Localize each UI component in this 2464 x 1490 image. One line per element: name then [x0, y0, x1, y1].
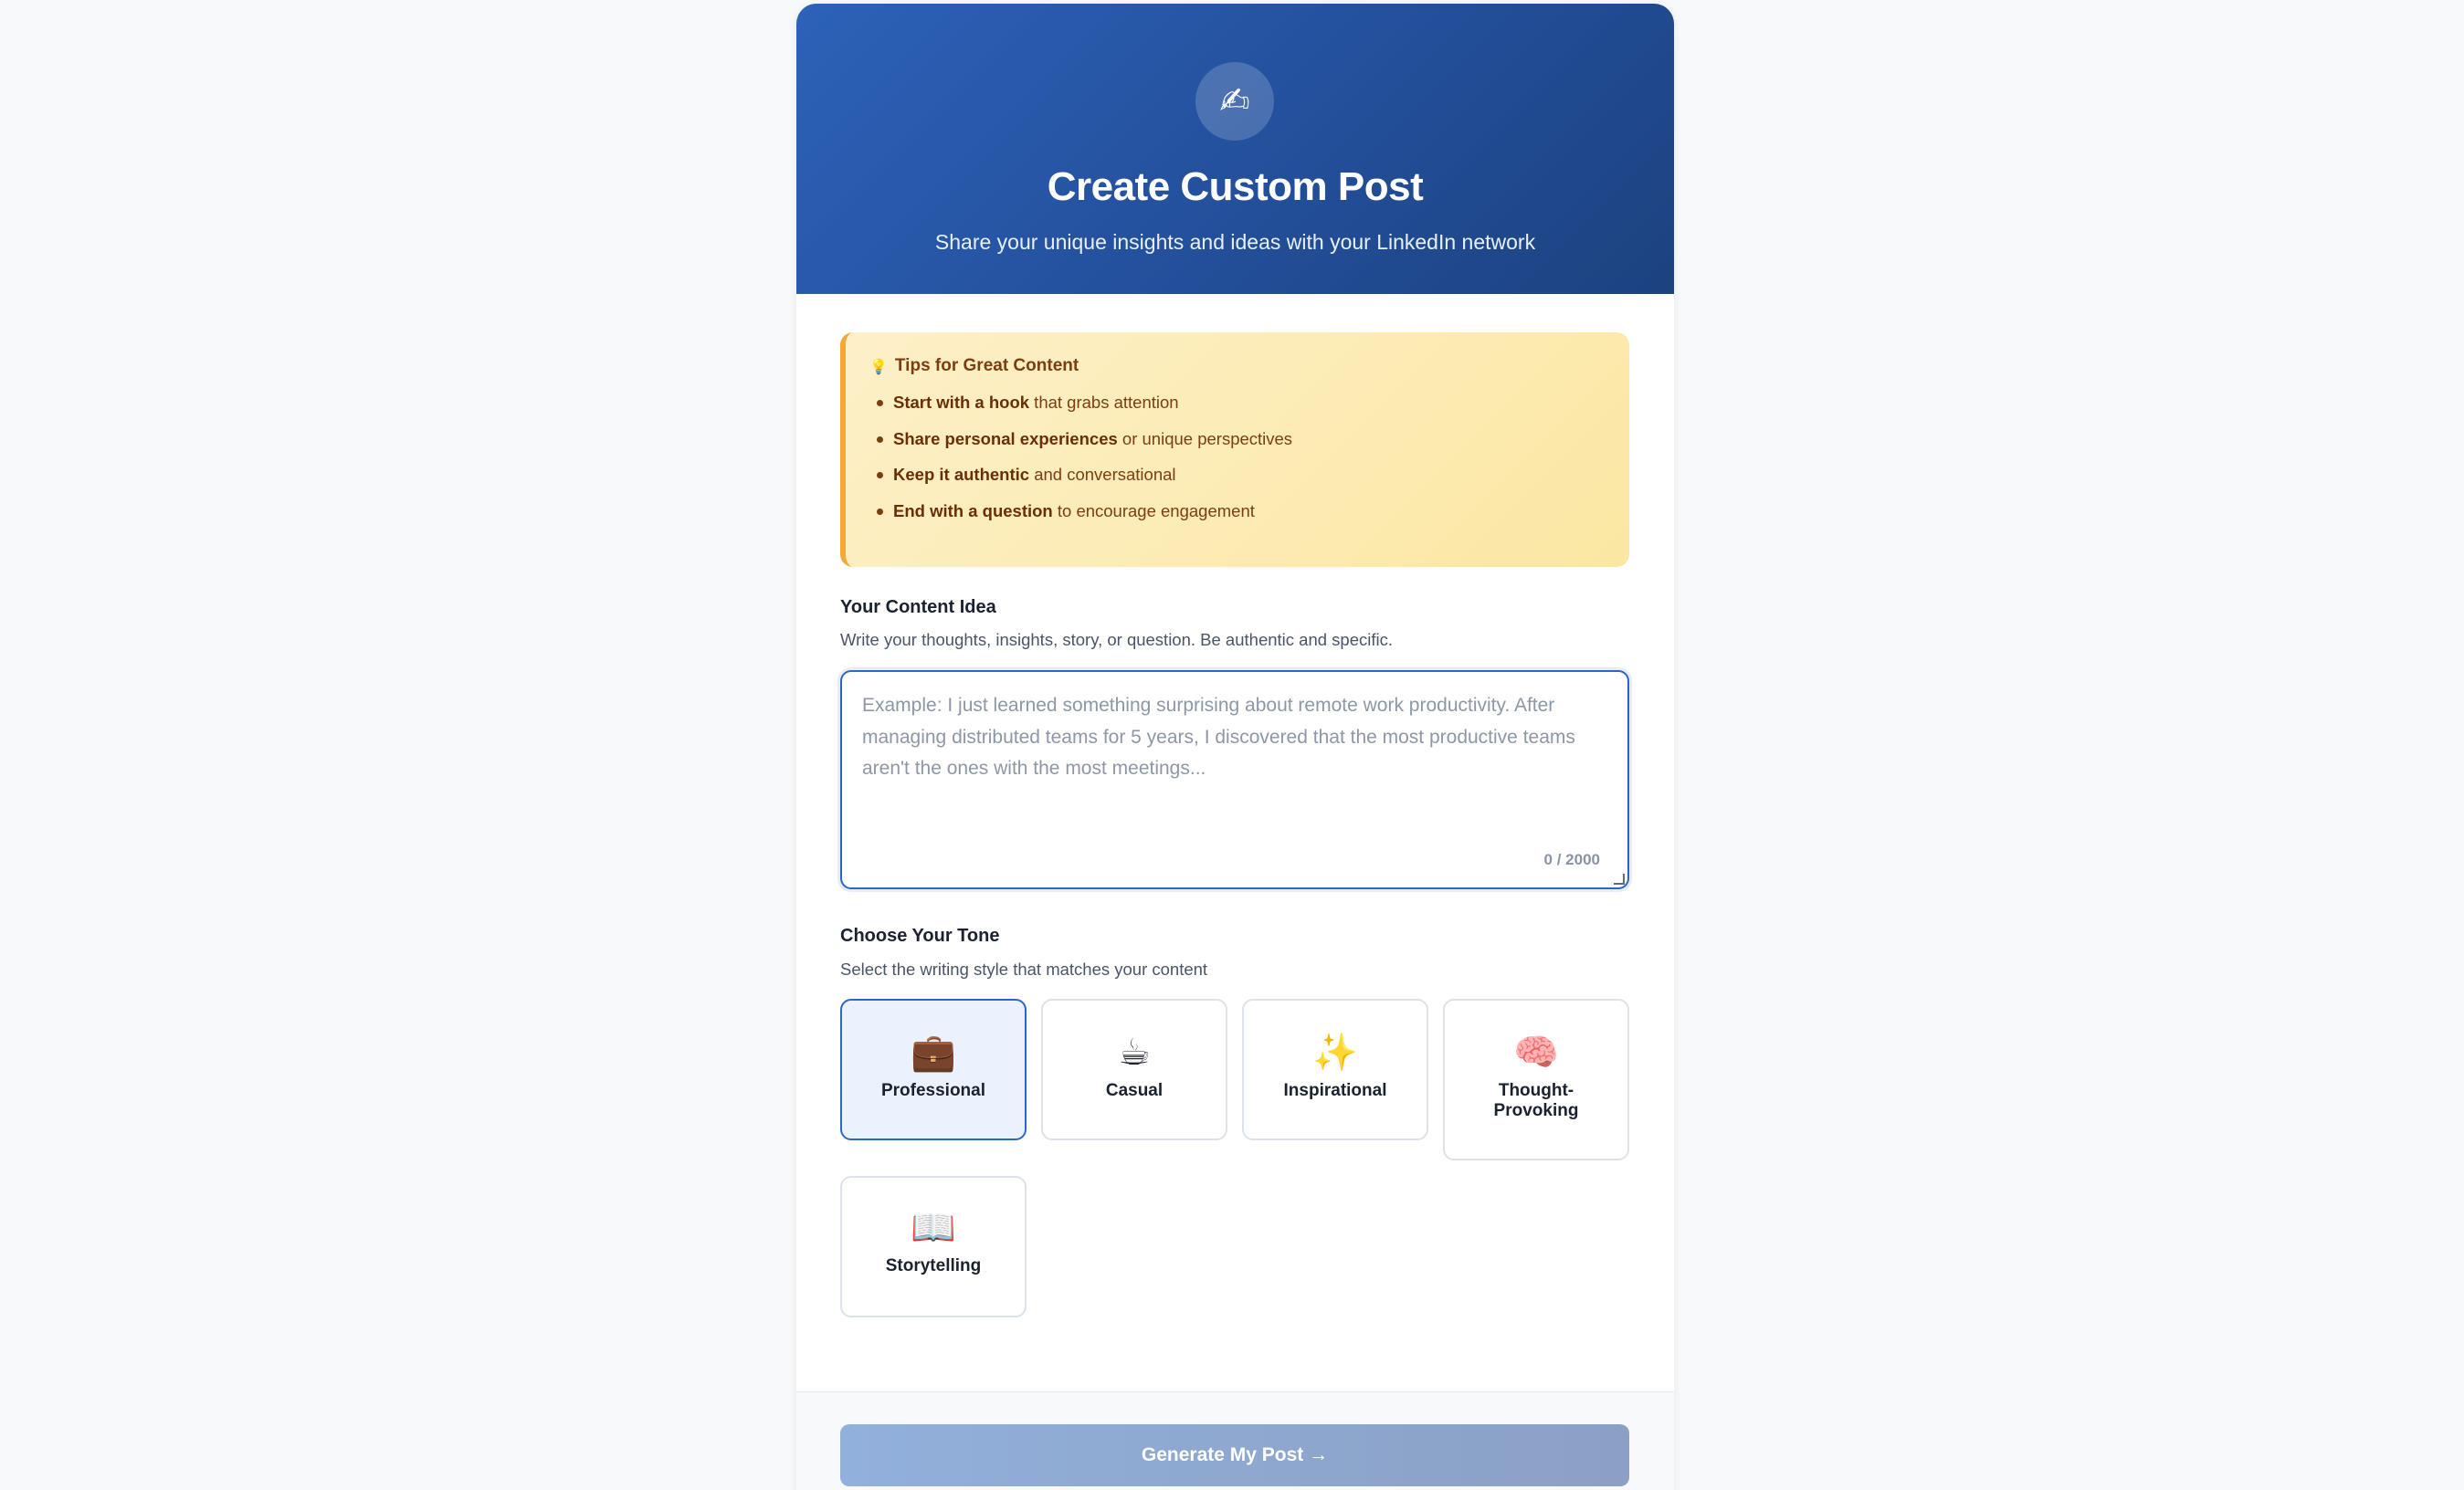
content-idea-textarea[interactable]: [842, 672, 1627, 887]
content-idea-field-wrapper: 0 / 2000: [840, 670, 1629, 889]
page-title: Create Custom Post: [1047, 164, 1424, 209]
tips-list: Start with a hook that grabs attention S…: [869, 393, 1629, 521]
tip-item: Keep it authentic and conversational: [869, 465, 1629, 485]
open-book-icon: 📖: [911, 1207, 956, 1249]
tone-option-label: Casual: [1105, 1081, 1164, 1100]
create-post-card: ✍ Create Custom Post Share your unique i…: [796, 4, 1674, 1490]
tone-option-inspirational[interactable]: ✨ Inspirational: [1242, 999, 1428, 1140]
page-subtitle: Share your unique insights and ideas wit…: [934, 230, 1536, 254]
brain-icon: 🧠: [1513, 1032, 1559, 1074]
tone-option-label: Inspirational: [1283, 1081, 1387, 1100]
resize-handle[interactable]: [1614, 874, 1625, 885]
tone-option-storytelling[interactable]: 📖 Storytelling: [840, 1176, 1027, 1317]
tips-panel: 💡 Tips for Great Content Start with a ho…: [840, 332, 1629, 567]
content-idea-hint: Write your thoughts, insights, story, or…: [840, 630, 1393, 649]
sparkles-icon: ✨: [1312, 1032, 1358, 1074]
generate-post-button[interactable]: Generate My Post →: [840, 1424, 1629, 1486]
tone-hint: Select the writing style that matches yo…: [840, 960, 1208, 979]
lightbulb-icon: 💡: [869, 357, 888, 375]
tip-item: End with a question to encourage engagem…: [869, 501, 1629, 521]
writing-hand-icon: ✍: [1195, 62, 1274, 141]
tone-option-casual[interactable]: ☕ Casual: [1041, 999, 1227, 1140]
content-idea-label: Your Content Idea: [840, 597, 996, 617]
tone-option-label: Storytelling: [885, 1256, 982, 1275]
tip-item: Share personal experiences or unique per…: [869, 429, 1629, 449]
tone-label: Choose Your Tone: [840, 926, 1000, 946]
tone-option-thought-provoking[interactable]: 🧠 Thought-Provoking: [1443, 999, 1629, 1160]
briefcase-icon: 💼: [911, 1032, 956, 1074]
character-counter: 0 / 2000: [1543, 851, 1600, 868]
tips-title: 💡 Tips for Great Content: [869, 356, 1629, 376]
tip-item: Start with a hook that grabs attention: [869, 393, 1629, 413]
coffee-icon: ☕: [1118, 1032, 1151, 1074]
tone-option-professional[interactable]: 💼 Professional: [840, 999, 1027, 1140]
tone-option-label: Professional: [880, 1081, 986, 1100]
tone-option-label: Thought-Provoking: [1493, 1081, 1579, 1120]
tips-title-text: Tips for Great Content: [894, 356, 1079, 375]
header: ✍ Create Custom Post Share your unique i…: [796, 4, 1674, 294]
